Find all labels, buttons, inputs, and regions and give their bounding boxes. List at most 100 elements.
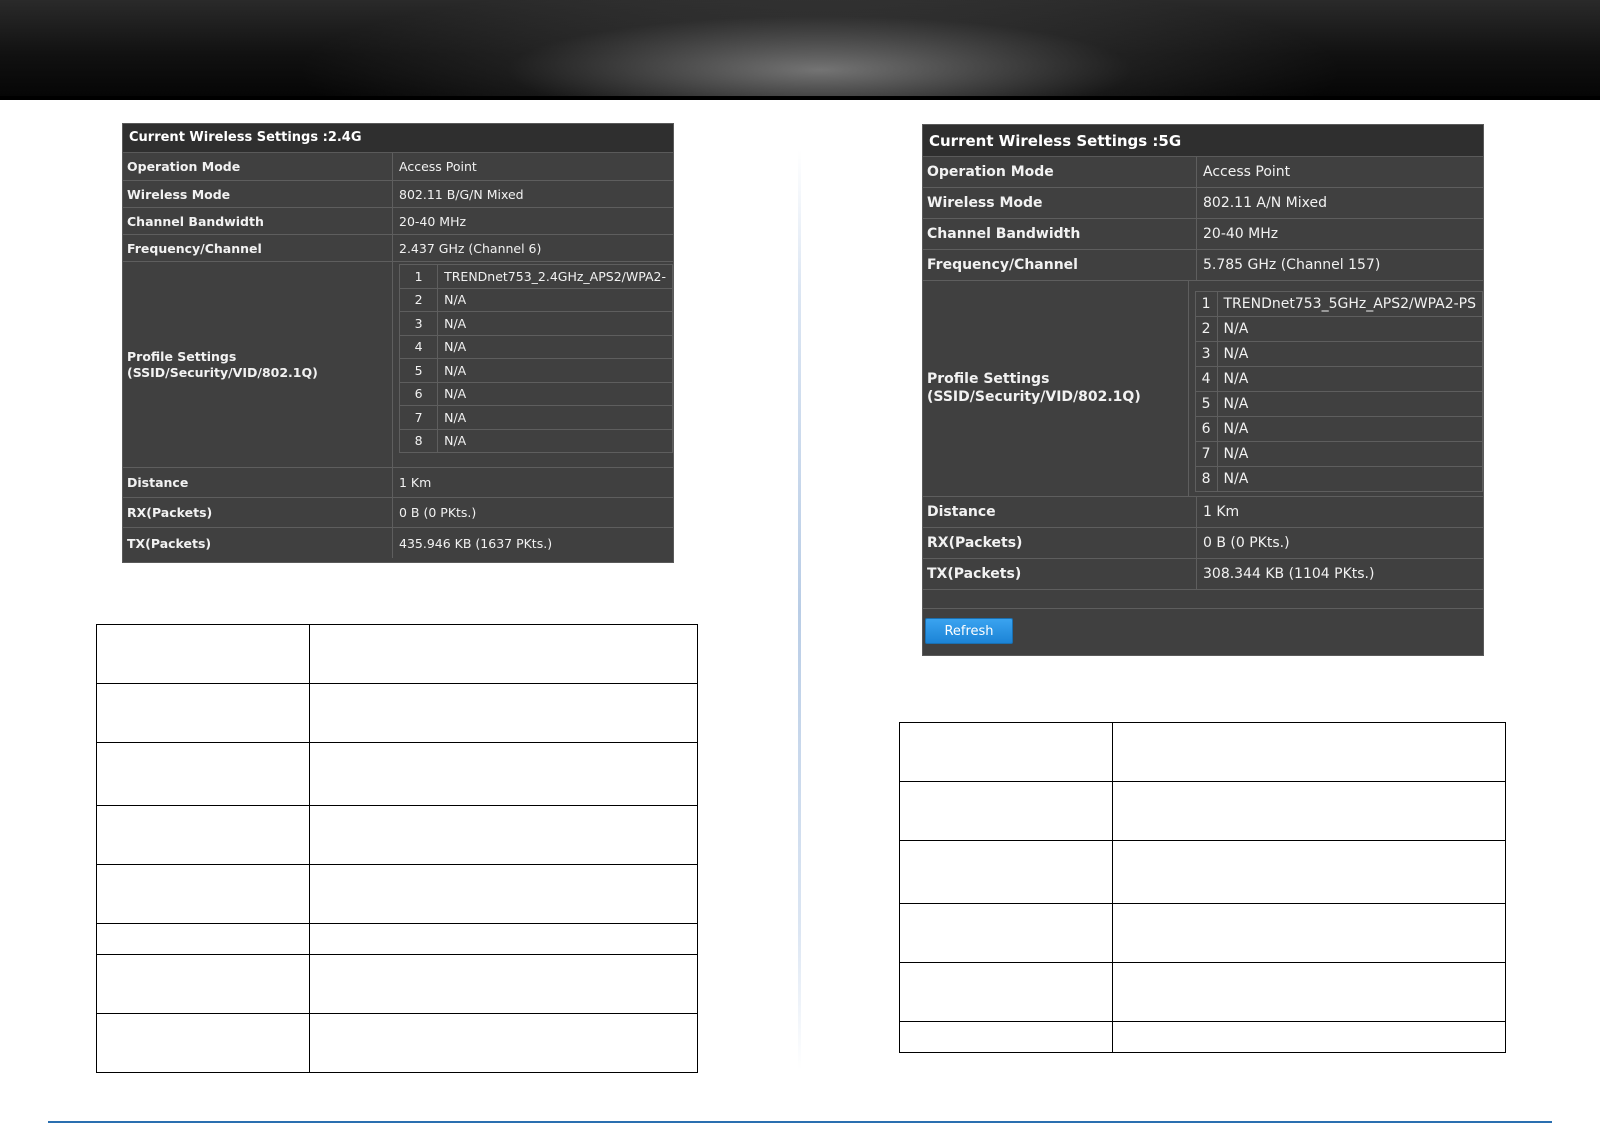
profile-settings-label: Profile Settings (SSID/Security/VID/802.… <box>123 262 393 467</box>
table-cell <box>309 805 698 865</box>
table-cell <box>1112 903 1506 963</box>
profile-row: 6 N/A <box>398 381 673 406</box>
profile-index: 3 <box>1194 341 1218 367</box>
profile-value: N/A <box>1216 441 1483 467</box>
table-cell <box>1112 722 1506 782</box>
operation-mode-value: Access Point <box>399 159 477 174</box>
operation-mode-row: Operation Mode Access Point <box>923 157 1483 188</box>
table-cell <box>309 1013 698 1073</box>
operation-mode-label: Operation Mode <box>923 157 1197 187</box>
channel-bandwidth-value: 20-40 MHz <box>1203 226 1279 242</box>
profile-row: 7 N/A <box>398 405 673 430</box>
profile-index: 6 <box>398 381 439 406</box>
profile-value: N/A <box>437 287 673 312</box>
table-row <box>96 742 698 806</box>
distance-label: Distance <box>923 497 1197 527</box>
table-cell <box>309 742 698 806</box>
profile-row: 8 N/A <box>1194 466 1483 492</box>
table-row <box>899 962 1506 1022</box>
table-cell <box>309 624 698 684</box>
table-row <box>899 840 1506 904</box>
channel-bandwidth-row: Channel Bandwidth 20-40 MHz <box>923 219 1483 250</box>
profile-index: 5 <box>398 358 439 383</box>
table-cell <box>1112 962 1506 1022</box>
profile-value: N/A <box>1216 466 1483 492</box>
tx-value: 308.344 KB (1104 PKts.) <box>1203 566 1375 582</box>
right-field-description-table <box>899 722 1506 1053</box>
rx-row: RX(Packets) 0 B (0 PKts.) <box>923 528 1483 559</box>
spacer-row <box>923 590 1483 609</box>
profile-value: TRENDnet753_2.4GHz_APS2/WPA2- <box>437 264 673 289</box>
wireless-mode-label: Wireless Mode <box>123 181 393 207</box>
profile-row: 1 TRENDnet753_2.4GHz_APS2/WPA2- <box>398 264 673 289</box>
profile-row: 1 TRENDnet753_5GHz_APS2/WPA2-PS <box>1194 291 1483 317</box>
table-cell <box>96 624 310 684</box>
distance-value: 1 Km <box>1203 504 1240 520</box>
tx-value: 435.946 KB (1637 PKts.) <box>399 535 553 551</box>
operation-mode-value: Access Point <box>1203 164 1291 180</box>
panel-title: Current Wireless Settings :5G <box>923 125 1483 157</box>
table-cell <box>899 903 1113 963</box>
frequency-label: Frequency/Channel <box>923 250 1197 280</box>
table-row <box>96 683 698 743</box>
profile-index: 8 <box>398 428 439 453</box>
table-cell <box>96 683 310 743</box>
table-cell <box>96 864 310 924</box>
profile-list-cell: 1 TRENDnet753_2.4GHz_APS2/WPA2- 2 N/A 3 N/A… <box>393 262 673 467</box>
wireless-mode-label: Wireless Mode <box>923 188 1197 218</box>
table-row <box>96 954 698 1014</box>
profile-value: N/A <box>437 334 673 359</box>
table-cell <box>309 923 698 955</box>
table-cell <box>309 864 698 924</box>
rx-value: 0 B (0 PKts.) <box>399 505 477 520</box>
wireless-settings-24g-panel: Current Wireless Settings :2.4G Operatio… <box>122 123 674 563</box>
wireless-settings-5g-panel: Current Wireless Settings :5G Operation … <box>922 124 1484 656</box>
wireless-mode-value: 802.11 B/G/N Mixed <box>399 186 524 202</box>
page-divider <box>798 150 801 1070</box>
profile-index: 2 <box>1194 316 1218 342</box>
channel-bandwidth-label: Channel Bandwidth <box>923 219 1197 249</box>
profile-value: N/A <box>437 381 673 406</box>
table-cell <box>1112 1021 1506 1053</box>
frequency-value: 5.785 GHz (Channel 157) <box>1203 257 1381 273</box>
profile-value: N/A <box>437 405 673 430</box>
profile-settings-row: Profile Settings (SSID/Security/VID/802.… <box>923 281 1483 497</box>
profile-row: 5 N/A <box>1194 391 1483 417</box>
refresh-button[interactable]: Refresh <box>925 618 1013 644</box>
table-cell <box>1112 781 1506 841</box>
distance-row: Distance 1 Km <box>923 497 1483 528</box>
table-row <box>899 903 1506 963</box>
operation-mode-label: Operation Mode <box>123 153 393 180</box>
rx-row: RX(Packets) 0 B (0 PKts.) <box>123 498 673 528</box>
distance-row: Distance 1 Km <box>123 468 673 498</box>
profile-index: 1 <box>1194 291 1218 317</box>
profile-row: 5 N/A <box>398 358 673 383</box>
profile-row: 3 N/A <box>1194 341 1483 367</box>
profile-row: 3 N/A <box>398 311 673 336</box>
profile-index: 4 <box>398 334 439 359</box>
profile-index: 4 <box>1194 366 1218 392</box>
profile-row: 8 N/A <box>398 428 673 453</box>
profile-value: N/A <box>1216 391 1483 417</box>
profile-value: N/A <box>1216 316 1483 342</box>
table-cell <box>96 1013 310 1073</box>
profile-value: TRENDnet753_5GHz_APS2/WPA2-PS <box>1216 291 1483 317</box>
channel-bandwidth-row: Channel Bandwidth 20-40 MHz <box>123 208 673 235</box>
frequency-row: Frequency/Channel 2.437 GHz (Channel 6) <box>123 235 673 262</box>
table-row <box>96 624 698 684</box>
distance-label: Distance <box>123 468 393 497</box>
rx-label: RX(Packets) <box>123 498 393 527</box>
tx-label: TX(Packets) <box>923 559 1197 589</box>
wireless-mode-value: 802.11 A/N Mixed <box>1203 195 1327 211</box>
rx-label: RX(Packets) <box>923 528 1197 558</box>
profile-row: 4 N/A <box>398 334 673 359</box>
profile-list: 1 TRENDnet753_5GHz_APS2/WPA2-PS 2 N/A 3 N/A… <box>1194 291 1483 492</box>
table-row <box>96 1013 698 1073</box>
distance-value: 1 Km <box>399 475 432 490</box>
tx-row: TX(Packets) 435.946 KB (1637 PKts.) <box>123 528 673 558</box>
profile-row: 2 N/A <box>398 287 673 312</box>
table-row <box>96 864 698 924</box>
profile-value: N/A <box>437 311 673 336</box>
table-cell <box>899 722 1113 782</box>
frequency-label: Frequency/Channel <box>123 235 393 261</box>
